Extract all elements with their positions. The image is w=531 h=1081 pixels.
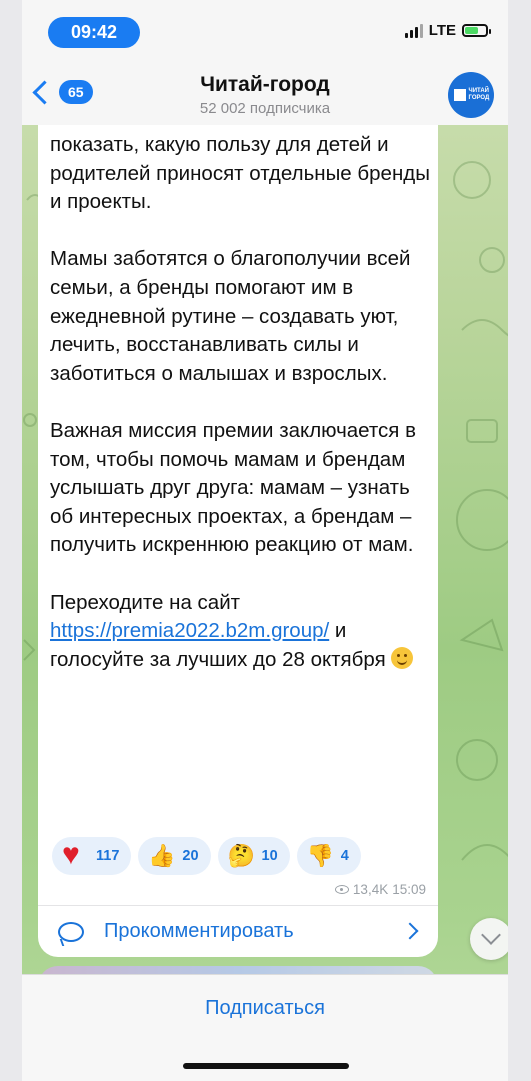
network-type: LTE (428, 22, 456, 39)
message-bubble: показать, какую пользу для детей и родит… (38, 125, 438, 957)
thumbs-down-icon (307, 843, 334, 869)
reaction-count: 117 (96, 848, 120, 864)
reactions-bar: 117 20 10 4 (52, 837, 361, 875)
battery-charging-icon (462, 24, 491, 37)
message-text: показать, какую пользу для детей и родит… (50, 131, 430, 674)
chevron-down-icon (481, 925, 501, 945)
channel-title[interactable]: Читай-город (22, 73, 508, 97)
status-indicators: LTE (404, 22, 491, 39)
chevron-right-icon (401, 922, 419, 940)
view-count: 13,4K (352, 882, 389, 897)
phone-screen: 09:42 LTE 65 Читай-город 52 002 подписчи… (22, 0, 508, 1081)
reaction-count: 4 (340, 848, 349, 864)
chat-header: 09:42 LTE 65 Читай-город 52 002 подписчи… (22, 0, 508, 125)
reaction-count: 10 (261, 848, 278, 864)
home-indicator (183, 1063, 349, 1069)
comment-button[interactable]: Прокомментировать (38, 906, 438, 957)
status-time: 09:42 (48, 17, 140, 48)
eye-icon (334, 885, 349, 894)
heart-icon (62, 838, 88, 872)
message-link[interactable]: https://premia2022.b2m.group/ (50, 619, 329, 642)
subscribe-button[interactable]: Подписаться (22, 997, 508, 1020)
subscriber-count: 52 002 подписчика (199, 100, 331, 117)
message-meta: 13,4K 15:09 (334, 882, 426, 897)
message-body: показать, какую пользу для детей и родит… (50, 133, 430, 614)
channel-avatar[interactable]: ЧИТАЙ ГОРОД (448, 72, 494, 118)
comment-bubble-icon (58, 921, 84, 942)
reaction-count: 20 (182, 848, 199, 864)
reaction-thinking[interactable]: 10 (217, 837, 290, 875)
reaction-thumbs-up[interactable]: 20 (138, 837, 211, 875)
message-time: 15:09 (392, 882, 426, 897)
smiling-face-icon (391, 646, 414, 669)
thinking-face-icon (228, 843, 255, 869)
reaction-thumbs-down[interactable]: 4 (296, 837, 361, 875)
avatar-logo-text: ЧИТАЙ ГОРОД (468, 88, 490, 101)
thumbs-up-icon (148, 843, 175, 869)
logo-book-icon (453, 89, 466, 101)
signal-icon (404, 23, 423, 38)
scroll-to-bottom-button[interactable] (470, 918, 508, 960)
reaction-heart[interactable]: 117 (52, 837, 132, 875)
bottom-bar: Подписаться (22, 974, 508, 1081)
comment-label: Прокомментировать (104, 920, 294, 942)
